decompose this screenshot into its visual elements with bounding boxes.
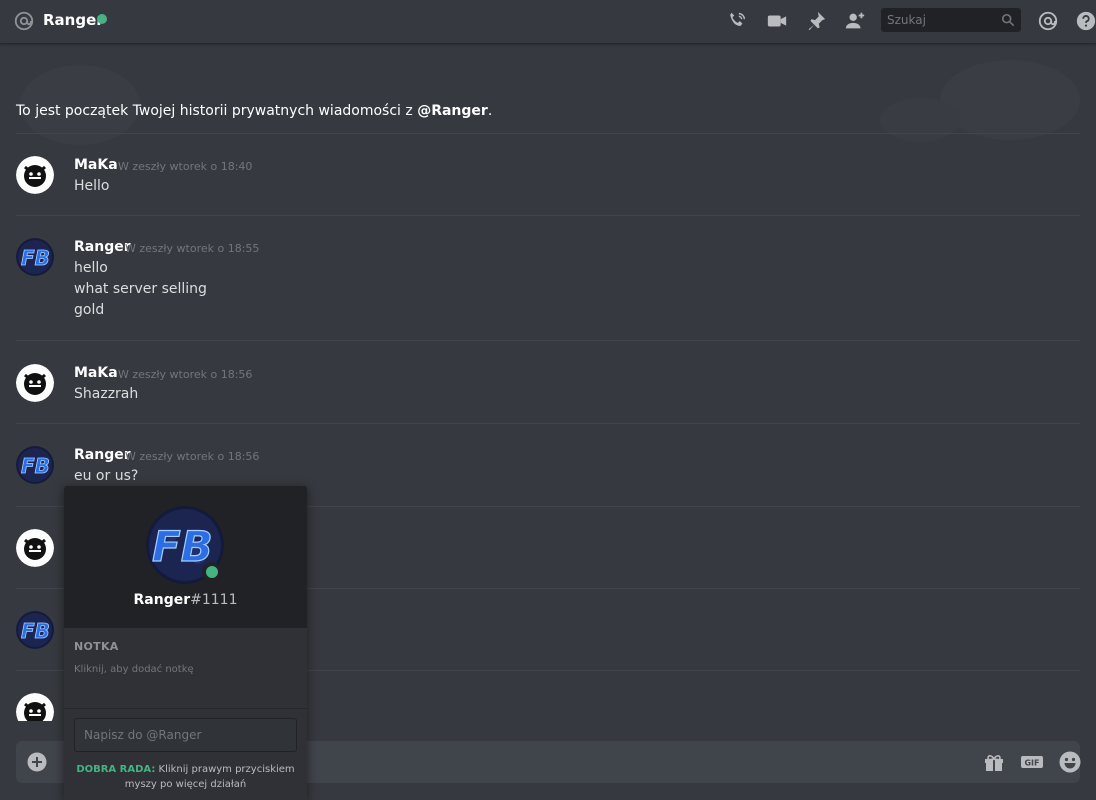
divider <box>16 133 1080 134</box>
add-friend-icon[interactable] <box>844 10 866 32</box>
message-item[interactable]: MaKa W zeszły wtorek o 18:40 Hello <box>0 153 1096 213</box>
mention-icon[interactable] <box>1037 10 1059 32</box>
maka-avatar[interactable] <box>16 364 54 402</box>
message-item[interactable]: FB Ranger W zeszły wtorek o 18:55 hello … <box>0 235 1096 335</box>
online-status-dot <box>97 14 107 24</box>
message-author[interactable]: Ranger <box>74 239 131 255</box>
divider <box>64 708 307 709</box>
message-author[interactable]: Ranger <box>74 447 131 463</box>
message-timestamp: W zeszły wtorek o 18:56 <box>118 368 253 381</box>
search-input[interactable] <box>881 8 997 32</box>
pro-tip-label: DOBRA RADA: <box>76 764 156 775</box>
emoji-icon[interactable] <box>1058 750 1082 774</box>
svg-text:FB: FB <box>21 454 50 478</box>
at-icon <box>14 11 34 31</box>
maka-avatar[interactable] <box>16 156 54 194</box>
message-text: Hello <box>74 178 110 194</box>
pin-icon[interactable] <box>805 10 827 32</box>
ranger-avatar[interactable]: FB <box>16 238 54 276</box>
svg-text:FB: FB <box>152 522 213 571</box>
add-attachment-icon[interactable] <box>27 752 47 772</box>
ranger-avatar[interactable]: FB <box>16 611 54 649</box>
note-heading: NOTKA <box>74 640 119 653</box>
video-icon[interactable] <box>766 10 788 32</box>
online-status-indicator <box>202 562 222 582</box>
help-icon[interactable] <box>1075 10 1096 32</box>
conversation-intro: To jest początek Twojej historii prywatn… <box>16 103 492 119</box>
intro-end: . <box>487 103 493 119</box>
ranger-avatar[interactable]: FB <box>16 446 54 484</box>
message-item[interactable]: MaKa W zeszły wtorek o 18:56 Shazzrah <box>0 361 1096 421</box>
message-text: hello <box>74 260 108 276</box>
pro-tip: DOBRA RADA: Kliknij prawym przyciskiem m… <box>74 762 297 792</box>
search-icon <box>1001 13 1015 27</box>
message-timestamp: W zeszły wtorek o 18:56 <box>125 450 260 463</box>
profile-discriminator: #1111 <box>190 592 238 608</box>
background-decoration <box>20 60 1080 145</box>
channel-title: Ranger <box>43 11 104 29</box>
maka-avatar[interactable] <box>16 529 54 567</box>
message-divider <box>16 215 1080 216</box>
maka-avatar[interactable] <box>16 693 54 721</box>
direct-message-input[interactable] <box>74 718 297 752</box>
gif-icon[interactable]: GIF <box>1020 750 1044 774</box>
call-icon[interactable] <box>726 10 748 32</box>
message-divider <box>16 340 1080 341</box>
user-profile-popout[interactable]: FB Ranger#1111 NOTKA Kliknij, aby dodać … <box>64 486 307 800</box>
message-text: eu or us? <box>74 468 139 484</box>
profile-username: Ranger#1111 <box>64 592 307 608</box>
channel-header: Ranger <box>0 0 1096 44</box>
profile-name: Ranger <box>133 592 191 608</box>
intro-mention[interactable]: @Ranger <box>417 103 488 119</box>
gift-icon[interactable] <box>982 750 1006 774</box>
message-divider <box>16 423 1080 424</box>
message-author[interactable]: MaKa <box>74 365 118 381</box>
message-timestamp: W zeszły wtorek o 18:55 <box>125 242 260 255</box>
note-field[interactable]: Kliknij, aby dodać notkę <box>74 664 194 675</box>
intro-text: To jest początek Twojej historii prywatn… <box>16 103 418 119</box>
message-text: gold <box>74 302 105 318</box>
svg-text:FB: FB <box>21 246 50 270</box>
popout-header: FB Ranger#1111 <box>64 486 307 628</box>
message-author[interactable]: MaKa <box>74 157 118 173</box>
message-text: Shazzrah <box>74 386 139 402</box>
svg-text:GIF: GIF <box>1024 759 1039 768</box>
message-timestamp: W zeszły wtorek o 18:40 <box>118 160 253 173</box>
svg-text:FB: FB <box>21 619 50 643</box>
message-text: what server selling <box>74 281 207 297</box>
search-box[interactable] <box>881 8 1021 32</box>
